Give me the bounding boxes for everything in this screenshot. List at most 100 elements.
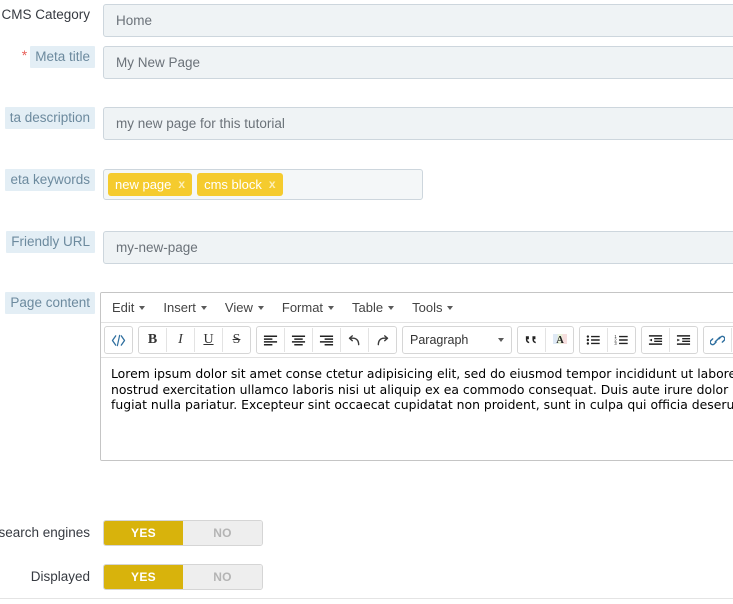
chevron-down-icon [447, 305, 454, 310]
menu-table-label: Table [352, 300, 384, 315]
link-icon[interactable] [704, 328, 732, 352]
menu-edit[interactable]: Edit [103, 297, 154, 318]
friendly-url-label-col: Friendly URL [0, 231, 95, 253]
indexation-field-col: YES NO [95, 520, 733, 546]
toolbar-group-format-select[interactable]: Paragraph [402, 326, 512, 354]
friendly-url-field-col: my-new-page [95, 231, 733, 264]
menu-edit-label: Edit [112, 300, 135, 315]
page-content-label: Page content [5, 292, 95, 314]
meta-keywords-label: eta keywords [5, 169, 95, 191]
tag-label: cms block [204, 177, 262, 192]
cms-category-label: CMS Category [1, 7, 90, 22]
chevron-down-icon [498, 338, 504, 342]
meta-keywords-tag-input[interactable]: new page x cms block x [103, 169, 423, 200]
displayed-label-col: Displayed [0, 566, 95, 588]
strikethrough-icon[interactable]: S [223, 328, 250, 352]
friendly-url-label: Friendly URL [6, 231, 95, 253]
menu-insert-label: Insert [163, 300, 196, 315]
indexation-yes-option[interactable]: YES [104, 521, 183, 545]
friendly-url-input[interactable]: my-new-page [103, 231, 733, 264]
menu-insert[interactable]: Insert [154, 297, 216, 318]
undo-icon[interactable] [341, 328, 369, 352]
cms-category-input[interactable]: Home [103, 4, 733, 37]
form-row-meta-keywords: eta keywords new page x cms block x [0, 169, 733, 200]
tag-chip[interactable]: cms block x [197, 173, 283, 196]
menu-format-label: Format [281, 300, 324, 315]
tag-label: new page [115, 177, 172, 192]
toolbar-group-text-style: B I U S [138, 326, 251, 354]
meta-title-field-col: My New Page [95, 46, 733, 79]
text-color-icon[interactable]: A [546, 328, 573, 352]
numbered-list-icon[interactable]: 123 [608, 328, 635, 352]
italic-icon[interactable]: I [167, 328, 195, 352]
editor-paragraph-line: Lorem ipsum dolor sit amet conse ctetur … [111, 366, 733, 381]
meta-description-field-col: my new page for this tutorial [95, 107, 733, 140]
indexation-toggle[interactable]: YES NO [103, 520, 263, 546]
indent-icon[interactable] [670, 328, 697, 352]
meta-title-label: Meta title [30, 46, 95, 68]
bullet-list-icon[interactable] [580, 328, 608, 352]
editor-menubar: Edit Insert View Format Table Tools [101, 293, 733, 323]
rich-text-editor[interactable]: Edit Insert View Format Table Tools B I … [100, 292, 733, 461]
source-code-icon[interactable] [105, 328, 132, 352]
toolbar-group-source [104, 326, 133, 354]
tag-remove-icon[interactable]: x [178, 173, 185, 196]
menu-tools[interactable]: Tools [403, 297, 462, 318]
menu-view-label: View [224, 300, 253, 315]
indexation-no-option[interactable]: NO [183, 521, 262, 545]
align-center-icon[interactable] [285, 328, 313, 352]
redo-icon[interactable] [369, 328, 396, 352]
menu-format[interactable]: Format [273, 297, 343, 318]
bottom-divider [0, 598, 733, 599]
cms-category-field-col: Home [95, 4, 733, 37]
form-row-displayed: Displayed YES NO [0, 564, 733, 590]
toolbar-group-indent [641, 326, 698, 354]
editor-paragraph-line: fugiat nulla pariatur. Excepteur sint oc… [111, 397, 733, 412]
menu-table[interactable]: Table [343, 297, 403, 318]
toolbar-group-align-history [256, 326, 397, 354]
svg-text:3: 3 [614, 341, 617, 346]
tag-remove-icon[interactable]: x [269, 173, 276, 196]
meta-keywords-label-col: eta keywords [0, 169, 95, 191]
cms-category-label-col: CMS Category [0, 4, 95, 26]
tag-chip[interactable]: new page x [108, 173, 193, 196]
displayed-no-option[interactable]: NO [183, 565, 262, 589]
chevron-down-icon [139, 305, 146, 310]
blockquote-icon[interactable] [518, 328, 546, 352]
form-row-indexation: search engines YES NO [0, 520, 733, 546]
displayed-yes-option[interactable]: YES [104, 565, 183, 589]
displayed-label: Displayed [30, 569, 90, 584]
chevron-down-icon [257, 305, 264, 310]
meta-keywords-field-col: new page x cms block x [95, 169, 733, 200]
svg-text:A: A [556, 335, 564, 346]
required-asterisk-icon: * [21, 47, 28, 63]
toolbar-group-lists: 123 [579, 326, 636, 354]
form-row-meta-title: Meta title* My New Page [0, 46, 733, 79]
align-left-icon[interactable] [257, 328, 285, 352]
format-select[interactable]: Paragraph [403, 328, 511, 352]
menu-view[interactable]: View [216, 297, 273, 318]
outdent-icon[interactable] [642, 328, 670, 352]
indexation-label: search engines [0, 525, 90, 540]
page-content-label-col: Page content [0, 292, 95, 314]
toolbar-group-link [703, 326, 733, 354]
meta-description-input[interactable]: my new page for this tutorial [103, 107, 733, 140]
underline-icon[interactable]: U [195, 328, 223, 352]
displayed-field-col: YES NO [95, 564, 733, 590]
chevron-down-icon [200, 305, 207, 310]
editor-content-area[interactable]: Lorem ipsum dolor sit amet conse ctetur … [101, 358, 733, 460]
editor-toolbar: B I U S Paragraph A 1 2 3 [101, 323, 733, 358]
menu-tools-label: Tools [412, 300, 443, 315]
bold-icon[interactable]: B [139, 328, 167, 352]
format-select-value: Paragraph [410, 333, 469, 347]
form-row-cms-category: CMS Category Home [0, 4, 733, 37]
meta-title-label-col: Meta title* [0, 46, 95, 68]
align-right-icon[interactable] [313, 328, 341, 352]
meta-description-label: ta description [4, 107, 95, 129]
chevron-down-icon [328, 305, 335, 310]
meta-title-input[interactable]: My New Page [103, 46, 733, 79]
meta-description-label-col: ta description [0, 107, 95, 129]
editor-paragraph-line: nostrud exercitation ullamco laboris nis… [111, 381, 733, 397]
toolbar-group-quote-color: A [517, 326, 574, 354]
displayed-toggle[interactable]: YES NO [103, 564, 263, 590]
